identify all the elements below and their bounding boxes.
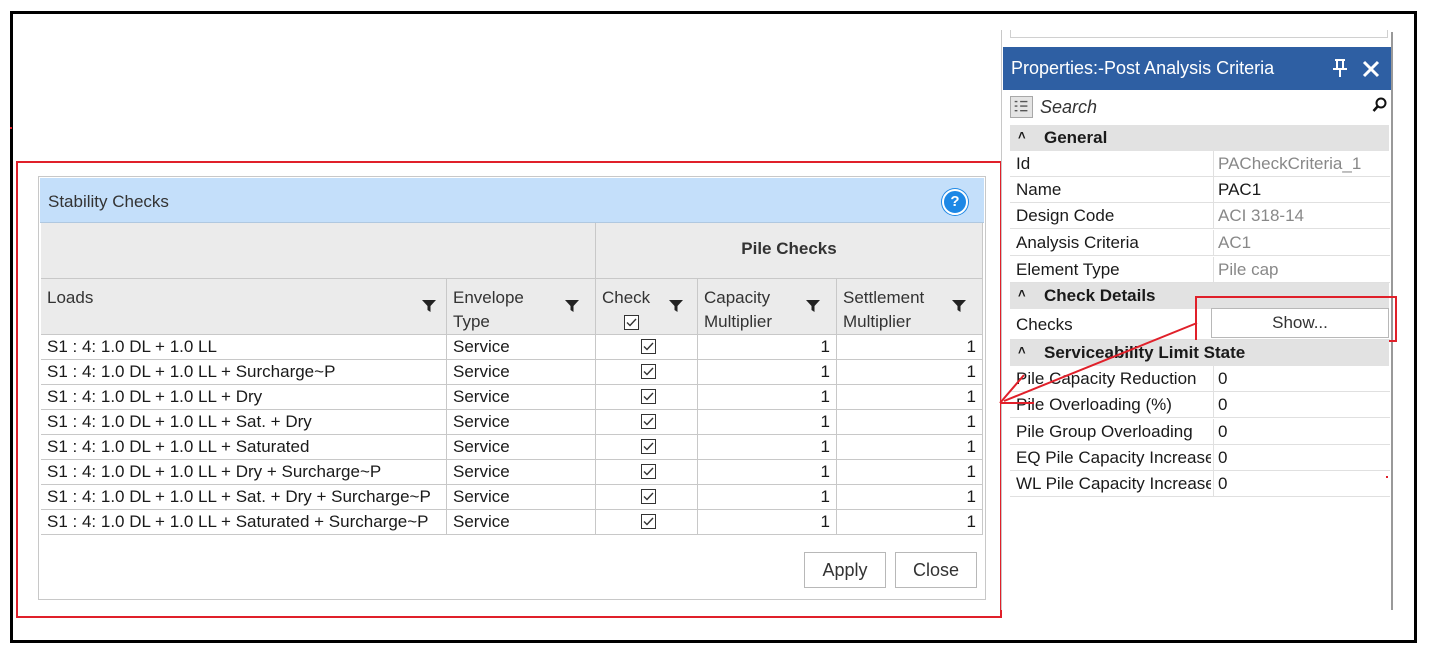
property-list-icon[interactable] <box>1010 96 1033 118</box>
annotation-arrow <box>999 322 1198 404</box>
properties-header: Properties:-Post Analysis Criteria <box>1003 47 1391 90</box>
property-key: Element Type <box>1016 260 1120 279</box>
property-row-eq-pile-capacity[interactable]: EQ Pile Capacity Increase 0 <box>1010 445 1390 471</box>
annotation-dot <box>10 127 12 129</box>
property-row-analysis-criteria[interactable]: Analysis Criteria AC1 <box>1010 230 1390 256</box>
close-icon[interactable] <box>1361 58 1381 80</box>
property-value: ACI 318-14 <box>1213 203 1304 229</box>
property-row-id[interactable]: Id PACheckCriteria_1 <box>1010 151 1390 177</box>
property-row-pile-group-overloading[interactable]: Pile Group Overloading 0 <box>1010 419 1390 445</box>
property-search[interactable]: Search <box>1005 93 1391 123</box>
property-value[interactable]: 0 <box>1213 445 1227 471</box>
property-value[interactable]: 0 <box>1213 419 1227 445</box>
collapse-icon[interactable]: ˄ <box>1018 128 1026 143</box>
property-key: Design Code <box>1016 206 1115 225</box>
pin-icon[interactable] <box>1330 57 1350 79</box>
property-value: AC1 <box>1213 230 1251 256</box>
property-row-name[interactable]: Name PAC1 <box>1010 177 1390 203</box>
property-key: EQ Pile Capacity Increase <box>1016 448 1211 467</box>
property-value[interactable]: 0 <box>1213 471 1227 497</box>
panel-top-strip <box>1010 30 1388 38</box>
search-icon[interactable] <box>1372 97 1388 113</box>
category-label: General <box>1044 128 1108 147</box>
property-row-element-type[interactable]: Element Type Pile cap <box>1010 257 1390 283</box>
property-value: PACheckCriteria_1 <box>1213 151 1361 177</box>
dialog-highlight <box>16 161 1002 618</box>
collapse-icon[interactable]: ˄ <box>1018 286 1026 301</box>
property-value[interactable]: 0 <box>1213 366 1227 392</box>
property-value[interactable]: PAC1 <box>1213 177 1261 203</box>
property-key: Pile Group Overloading <box>1016 422 1193 441</box>
property-row-design-code[interactable]: Design Code ACI 318-14 <box>1010 203 1390 229</box>
property-key: Analysis Criteria <box>1016 233 1139 252</box>
search-input[interactable]: Search <box>1040 97 1097 118</box>
property-key: WL Pile Capacity Increase <box>1016 474 1211 493</box>
category-general[interactable]: ˄ General <box>1010 125 1389 151</box>
show-button-highlight <box>1195 296 1397 342</box>
property-key: Id <box>1016 154 1031 173</box>
properties-title: Properties:-Post Analysis Criteria <box>1011 58 1275 78</box>
property-key: Name <box>1016 180 1062 199</box>
category-label: Check Details <box>1044 286 1156 305</box>
property-value: Pile cap <box>1213 257 1278 283</box>
property-row-wl-pile-capacity[interactable]: WL Pile Capacity Increase 0 <box>1010 471 1390 497</box>
property-value[interactable]: 0 <box>1213 392 1227 418</box>
